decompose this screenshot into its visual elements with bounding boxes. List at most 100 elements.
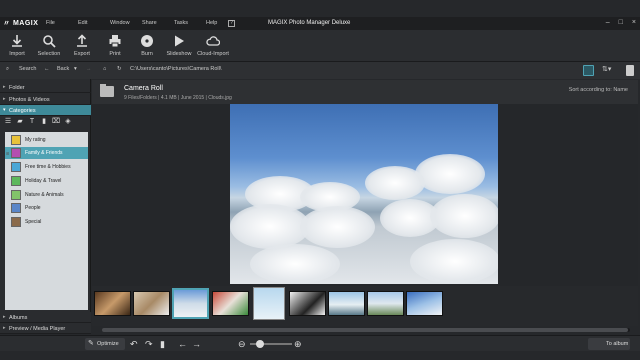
back-dropdown-icon[interactable]: ▾ (74, 66, 77, 72)
remove-icon[interactable]: ⌧ (52, 118, 60, 126)
close-icon[interactable]: × (632, 19, 636, 26)
help-box-icon[interactable]: ? (228, 20, 235, 27)
folder-title: Camera Roll (124, 85, 163, 92)
single-view-icon[interactable] (626, 65, 634, 76)
wand-icon: ✎ (88, 340, 94, 347)
thumbnail[interactable] (328, 291, 365, 316)
main-toolbar: Import Selection Export Print Burn Slide… (0, 30, 640, 62)
home-icon[interactable]: ⌂ (103, 66, 106, 72)
magix-logo: 〃 MAGIX (3, 20, 39, 27)
selection-button[interactable]: Selection (32, 34, 66, 57)
special-icon (11, 217, 21, 227)
category-nature-animals[interactable]: Nature & Animals (5, 189, 88, 201)
sort-order-icon[interactable]: ⇅▾ (602, 65, 618, 76)
scrollbar-thumb[interactable] (102, 328, 628, 332)
back-button[interactable]: Back (57, 66, 69, 72)
preview-image[interactable] (230, 104, 498, 284)
upload-icon (77, 34, 87, 47)
cloud-import-button[interactable]: Cloud-Import (196, 34, 230, 57)
folder-info: 9 Files/Folders | 4.1 MB | June 2015 | C… (124, 95, 232, 101)
thumbnail[interactable] (212, 291, 249, 316)
cloud (365, 166, 425, 200)
section-categories[interactable]: Categories (0, 105, 91, 116)
thumbnail[interactable] (406, 291, 443, 316)
menu-file[interactable]: File (46, 20, 78, 27)
tag-icon[interactable]: ◈ (64, 118, 72, 126)
cloud (300, 206, 375, 248)
menu-tasks[interactable]: Tasks (174, 20, 206, 27)
refresh-icon[interactable]: ↻ (117, 66, 122, 72)
thumbnail[interactable] (94, 291, 131, 316)
category-toolbar: ☰ ▰ T ▮ ⌧ ◈ (4, 118, 72, 126)
maximize-icon[interactable]: □ (619, 19, 623, 26)
cloud (250, 244, 340, 284)
printer-icon (109, 35, 121, 48)
section-photos-videos[interactable]: Photos & Videos (0, 94, 91, 105)
list-icon[interactable]: ☰ (4, 118, 12, 126)
people-icon (11, 203, 21, 213)
thumbnail[interactable] (289, 291, 326, 316)
delete-icon[interactable]: ▮ (40, 118, 48, 126)
expand-icon[interactable]: ⊞ (6, 151, 9, 156)
forward-arrow-icon[interactable]: → (86, 66, 92, 72)
disc-icon (141, 35, 153, 47)
search-nav-icon[interactable]: ⌕ (6, 66, 9, 73)
export-button[interactable]: Export (65, 34, 99, 57)
cloud (230, 204, 310, 249)
title-bar: 〃 MAGIX File Edit Window Share Tasks Hel… (0, 17, 640, 30)
print-button[interactable]: Print (98, 34, 132, 57)
category-free-time-hobbies[interactable]: Free time & Hobbies (5, 161, 88, 173)
category-list: My rating ⊞ Family & Friends Free time &… (5, 132, 88, 310)
section-preview-media-player[interactable]: Preview / Media Player (0, 323, 91, 334)
minimize-icon[interactable]: – (606, 19, 610, 26)
window-controls: – □ × (606, 19, 636, 26)
category-family-friends[interactable]: ⊞ Family & Friends (5, 147, 88, 159)
thumbnail[interactable] (253, 287, 285, 320)
cloud (430, 194, 498, 238)
undo-icon[interactable]: ↶ (130, 338, 138, 350)
sort-label[interactable]: Sort according to: Name (569, 87, 628, 93)
path-field[interactable]: C:\Users\canto\Pictures\Camera Roll\ (130, 66, 221, 72)
menu-edit[interactable]: Edit (78, 20, 110, 27)
to-album-button[interactable]: To album (588, 338, 630, 350)
view-controls: ⇅▾ (583, 65, 634, 76)
bottom-toolbar: Optimize ✎ ↶ ↷ ▮ ← → ⊖ ⊕ ↺ To album (0, 335, 640, 351)
category-people[interactable]: People (5, 202, 88, 214)
zoom-slider-knob[interactable] (256, 340, 264, 348)
menu-bar: File Edit Window Share Tasks Help ? (46, 20, 235, 27)
category-special[interactable]: Special (5, 216, 88, 228)
next-icon[interactable]: → (192, 338, 201, 350)
folder-header: Camera Roll 9 Files/Folders | 4.1 MB | J… (92, 80, 638, 104)
slideshow-button[interactable]: Slideshow (162, 34, 196, 57)
grid-view-icon[interactable] (583, 65, 594, 76)
zoom-out-icon[interactable]: ⊖ (238, 338, 246, 350)
add-category-icon[interactable]: ▰ (16, 118, 24, 126)
star-icon (11, 135, 21, 145)
zoom-in-icon[interactable]: ⊕ (294, 338, 302, 350)
search-icon (43, 35, 56, 48)
menu-share[interactable]: Share (142, 20, 174, 27)
hobbies-icon (11, 162, 21, 172)
category-holiday-travel[interactable]: Holiday & Travel (5, 175, 88, 187)
rename-icon[interactable]: T (28, 118, 36, 126)
filmstrip-scrollbar[interactable] (102, 328, 630, 332)
back-arrow-icon[interactable]: ← (44, 66, 50, 72)
menu-help[interactable]: Help (206, 20, 228, 27)
menu-window[interactable]: Window (110, 20, 142, 27)
previous-icon[interactable]: ← (178, 338, 187, 350)
cloud (410, 239, 498, 284)
section-albums[interactable]: Albums (0, 312, 91, 323)
search-link[interactable]: Search (19, 66, 36, 72)
category-my-rating[interactable]: My rating (5, 134, 88, 146)
navigation-bar: ⌕ Search ← Back ▾ → ⌂ ↻ C:\Users\canto\P… (0, 62, 640, 79)
section-folder[interactable]: Folder (0, 82, 91, 93)
redo-icon[interactable]: ↷ (145, 338, 153, 350)
trash-icon[interactable]: ▮ (160, 338, 165, 350)
import-button[interactable]: Import (0, 34, 34, 57)
thumbnail-selected[interactable] (172, 288, 209, 319)
thumbnail[interactable] (133, 291, 170, 316)
play-icon (175, 35, 184, 47)
thumbnail[interactable] (367, 291, 404, 316)
burn-button[interactable]: Burn (130, 34, 164, 57)
family-icon (11, 148, 21, 158)
